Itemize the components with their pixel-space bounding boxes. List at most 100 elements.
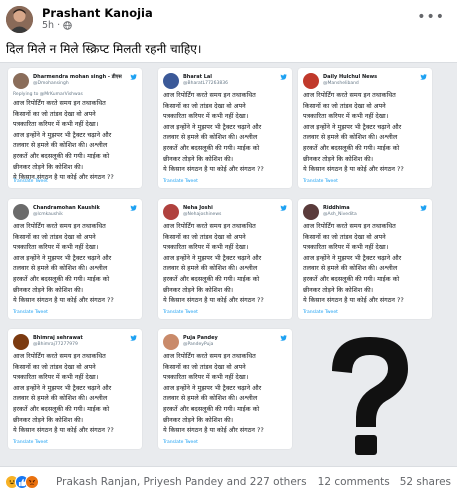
translate-tweet-link: Translate Tweet [13, 179, 48, 184]
tweet-body-line: किसानों का जो तांडव देखा वो अपने [163, 362, 246, 371]
tweet-author-handle: @PandeyPuja [183, 342, 214, 347]
tweet-body-line: आज इन्होंने ने मुझपर भी ट्रैक्टर चढ़ाने … [303, 253, 402, 262]
tweet-body-line: पत्रकारिता करियर में कभी नहीं देखा। [163, 112, 249, 121]
tweet-body-line: छीनकर तोड़ने कि कोशिश की। [163, 415, 234, 424]
tweet-body-line: आज रिपोर्टिंग करते समय इन तथाकथित [13, 99, 106, 107]
tweet-author-name: Dharmendra mohan singh - डीएस [33, 74, 122, 80]
tweet-body-line: आज रिपोर्टिंग करते समय इन तथाकथित [303, 91, 396, 99]
tweet-body: आज रिपोर्टिंग करते समय इन तथाकथित किसानों… [163, 221, 288, 306]
tweet-author-handle: @lcmkaushik [33, 212, 63, 217]
tweet-body-line: तलवार से हमले की कोशिश की। अश्लील [163, 133, 258, 142]
tweet-body: आज रिपोर्टिंग करते समय इन तथाकथित किसानों… [163, 351, 288, 436]
tweet-body-line: हरकतें और बदसलूकी की गयी। माईक को [13, 404, 110, 413]
translate-tweet-link: Translate Tweet [303, 310, 338, 315]
tweet-avatar [303, 73, 319, 89]
post-meta: 5h · [42, 20, 72, 31]
post-time[interactable]: 5h [42, 20, 54, 31]
tweet-body-line: तलवार से हमले की कोशिश की। अश्लील [303, 264, 398, 273]
tweet-body-line: तलवार से हमले की कोशिश की। अश्लील [303, 133, 398, 142]
translate-tweet-link: Translate Tweet [163, 440, 198, 445]
angry-icon [25, 475, 39, 489]
post-image-collage[interactable]: Dharmendra mohan singh - डीएस @Dmohansing… [0, 62, 457, 467]
tweet-body-line: किसानों का जो तांडव देखा वो अपने [163, 232, 246, 241]
tweet-card: Puja Pandey @PandeyPuja आज रिपोर्टिंग करते… [158, 329, 292, 449]
tweet-body: आज रिपोर्टिंग करते समय इन तथाकथित किसानों… [13, 221, 138, 306]
translate-tweet-link: Translate Tweet [13, 310, 48, 315]
twitter-bird-icon [130, 74, 137, 80]
globe-icon [63, 21, 72, 30]
tweet-body-line: ये किसान संगठन है या कोई और संगठन ?? [13, 426, 114, 435]
tweet-body: आज रिपोर्टिंग करते समय इन तथाकथित किसानों… [303, 90, 428, 175]
author-name[interactable]: Prashant Kanojia [42, 6, 153, 20]
tweet-body-line: छीनकर तोड़ने कि कोशिश की। [13, 285, 84, 294]
tweet-body-line: किसानों का जो तांडव देखा वो अपने [13, 232, 96, 241]
tweet-author-handle: @Bhimraj77277979 [33, 342, 78, 347]
tweet-body-line: छीनकर तोड़ने कि कोशिश की। [303, 285, 374, 294]
tweet-body-line: आज रिपोर्टिंग करते समय इन तथाकथित [163, 222, 256, 230]
tweet-body-line: आज रिपोर्टिंग करते समय इन तथाकथित [303, 222, 396, 230]
tweet-avatar [13, 73, 29, 89]
tweet-avatar [163, 73, 179, 89]
twitter-bird-icon [420, 205, 427, 211]
tweet-author-handle: @Mansheliband [323, 81, 359, 86]
tweet-card: Dharmendra mohan singh - डीएस @Dmohansing… [8, 68, 142, 188]
reaction-names[interactable]: Prakash Ranjan, Priyesh Pandey and 227 o… [56, 476, 307, 488]
tweet-body-line: हरकतें और बदसलूकी की गयी। माईक को [303, 143, 400, 152]
tweet-body-line: तलवार से हमले की कोशिश की। अश्लील [13, 141, 108, 150]
shares-count[interactable]: 52 shares [400, 476, 451, 488]
tweet-body-line: आज रिपोर्टिंग करते समय इन तथाकथित [13, 222, 106, 230]
tweet-card: Bharat Lal @BharatL77263836 आज रिपोर्टिंग … [158, 68, 292, 188]
tweet-body-line: तलवार से हमले की कोशिश की। अश्लील [163, 394, 258, 403]
tweet-body-line: आज इन्होंने ने मुझपर भी ट्रैक्टर चढ़ाने … [303, 122, 402, 131]
tweet-author-name: Daily Hulchul News [323, 74, 378, 80]
tweet-body-line: छीनकर तोड़ने कि कोशिश की। [163, 285, 234, 294]
tweet-author-handle: @Dmohansingh [33, 81, 69, 86]
twitter-bird-icon [130, 205, 137, 211]
tweet-body-line: आज इन्होंने ने मुझपर भी ट्रैक्टर चढ़ाने … [13, 383, 112, 392]
tweet-avatar [303, 204, 319, 220]
more-options-button[interactable]: ••• [417, 9, 445, 25]
translate-tweet-link: Translate Tweet [163, 310, 198, 315]
tweet-author-name: Puja Pandey [183, 335, 218, 341]
tweet-body-line: पत्रकारिता करियर में कभी नहीं देखा। [13, 120, 99, 129]
tweet-body-line: आज इन्होंने ने मुझपर भी ट्रैक्टर चढ़ाने … [13, 253, 112, 262]
post-header: Prashant Kanojia 5h · ••• [0, 0, 457, 36]
tweet-avatar [13, 334, 29, 350]
twitter-bird-icon [280, 74, 287, 80]
tweet-card: Bhimraj sehrawat @Bhimraj77277979 आज रिपोर… [8, 329, 142, 449]
twitter-bird-icon [130, 335, 137, 341]
comments-count[interactable]: 12 comments [318, 476, 390, 488]
translate-tweet-link: Translate Tweet [13, 440, 48, 445]
tweet-body-line: आज इन्होंने ने मुझपर भी ट्रैक्टर चढ़ाने … [163, 253, 262, 262]
tweet-body-line: ये किसान संगठन है या कोई और संगठन ?? [163, 165, 264, 174]
tweet-body-line: किसानों का जो तांडव देखा वो अपने [13, 109, 96, 118]
twitter-bird-icon [420, 74, 427, 80]
tweet-author-name: Bhimraj sehrawat [33, 335, 83, 341]
tweet-body-line: किसानों का जो तांडव देखा वो अपने [163, 101, 246, 110]
tweet-body-line: पत्रकारिता करियर में कभी नहीं देखा। [163, 243, 249, 252]
twitter-bird-icon [280, 205, 287, 211]
reactions-bar: Prakash Ranjan, Priyesh Pandey and 227 o… [0, 470, 457, 497]
tweet-card: Chandramohan Kaushik @lcmkaushik आज रिपोर्… [8, 199, 142, 319]
tweet-card: Neha Joshi @Nehajoshinews आज रिपोर्टिंग कर… [158, 199, 292, 319]
post-stats: 12 comments 52 shares [318, 476, 451, 488]
tweet-author-name: Chandramohan Kaushik [33, 205, 100, 211]
tweet-card: Riddhima @Ash_Nivedita आज रिपोर्टिंग करते … [298, 199, 432, 319]
tweet-body-line: हरकतें और बदसलूकी की गयी। माईक को [163, 274, 260, 283]
tweet-reply-context: Replying to @MrKumarVishwas [13, 92, 83, 97]
tweet-body-line: ये किसान संगठन है या कोई और संगठन ?? [303, 296, 404, 305]
tweet-body-line: छीनकर तोड़ने कि कोशिश की। [303, 154, 374, 163]
tweet-body-line: पत्रकारिता करियर में कभी नहीं देखा। [303, 243, 389, 252]
tweet-body-line: छीनकर तोड़ने कि कोशिश की। [163, 154, 234, 163]
translate-tweet-link: Translate Tweet [163, 179, 198, 184]
translate-tweet-link: Translate Tweet [303, 179, 338, 184]
tweet-body-line: ये किसान संगठन है या कोई और संगठन ?? [13, 296, 114, 305]
question-mark-image [332, 337, 408, 455]
tweet-body-line: हरकतें और बदसलूकी की गयी। माईक को [13, 151, 110, 160]
tweet-body-line: किसानों का जो तांडव देखा वो अपने [303, 232, 386, 241]
reaction-icons[interactable] [5, 475, 39, 489]
tweet-body-line: तलवार से हमले की कोशिश की। अश्लील [13, 264, 108, 273]
author-avatar[interactable] [6, 6, 33, 33]
tweet-body-line: पत्रकारिता करियर में कभी नहीं देखा। [303, 112, 389, 121]
tweet-body-line: आज इन्होंने ने मुझपर भी ट्रैक्टर चढ़ाने … [163, 383, 262, 392]
